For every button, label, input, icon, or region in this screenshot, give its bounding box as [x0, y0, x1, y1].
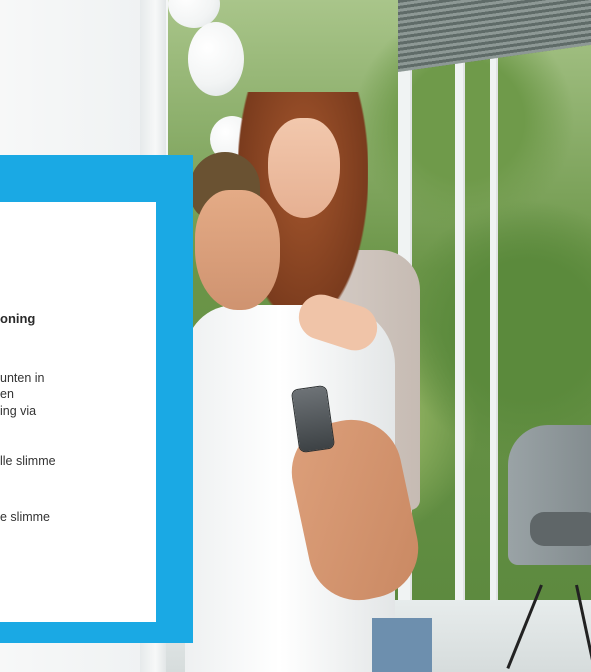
card-line: lle slimme — [0, 454, 56, 468]
hero-section: oning unten in en ing via lle slimme e s… — [0, 0, 591, 672]
card-line: ing via — [0, 404, 37, 418]
armchair-cushion — [530, 512, 591, 546]
window-mullion — [455, 0, 465, 600]
card-heading-text: oning — [0, 311, 36, 326]
jeans — [372, 618, 432, 672]
card-line: unten in — [0, 371, 45, 385]
window-mullion — [490, 0, 498, 600]
pendant-lamp — [188, 22, 244, 96]
info-card: oning unten in en ing via lle slimme e s… — [0, 202, 156, 622]
woman-face — [268, 118, 340, 218]
card-line: e slimme — [0, 510, 51, 524]
man-face — [195, 190, 280, 310]
card-line: en — [0, 387, 14, 401]
